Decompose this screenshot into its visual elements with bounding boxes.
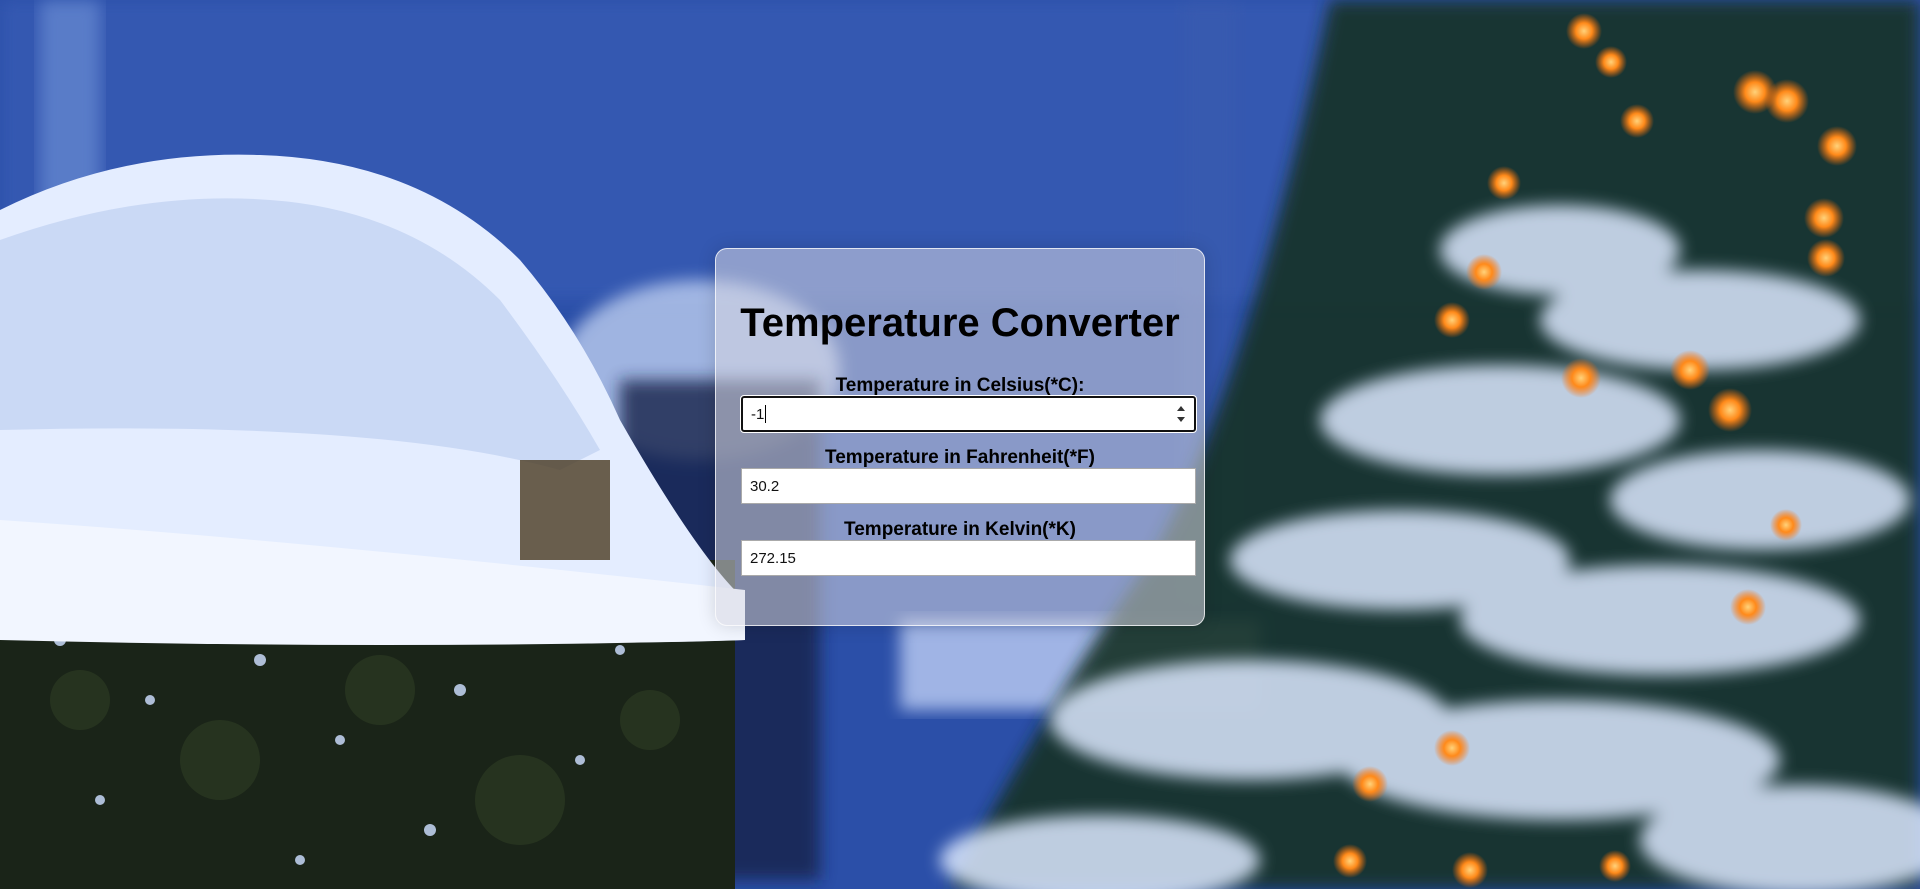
spinner-up-icon[interactable] <box>1177 406 1185 411</box>
kelvin-input[interactable]: 272.15 <box>741 540 1196 576</box>
fahrenheit-input[interactable]: 30.2 <box>741 468 1196 504</box>
converter-card: Temperature Converter Temperature in Cel… <box>715 248 1205 626</box>
kelvin-value: 272.15 <box>750 549 796 567</box>
spinner-down-icon[interactable] <box>1177 417 1185 422</box>
text-caret <box>765 405 767 423</box>
fahrenheit-value: 30.2 <box>750 477 780 495</box>
celsius-value: -1 <box>751 405 765 423</box>
celsius-label: Temperature in Celsius(*C): <box>835 375 1085 396</box>
number-spinner[interactable] <box>1176 405 1186 423</box>
kelvin-label: Temperature in Kelvin(*K) <box>844 519 1076 540</box>
page-title: Temperature Converter <box>740 301 1180 345</box>
celsius-input[interactable]: -1 <box>740 395 1197 433</box>
fahrenheit-label: Temperature in Fahrenheit(*F) <box>825 447 1095 468</box>
